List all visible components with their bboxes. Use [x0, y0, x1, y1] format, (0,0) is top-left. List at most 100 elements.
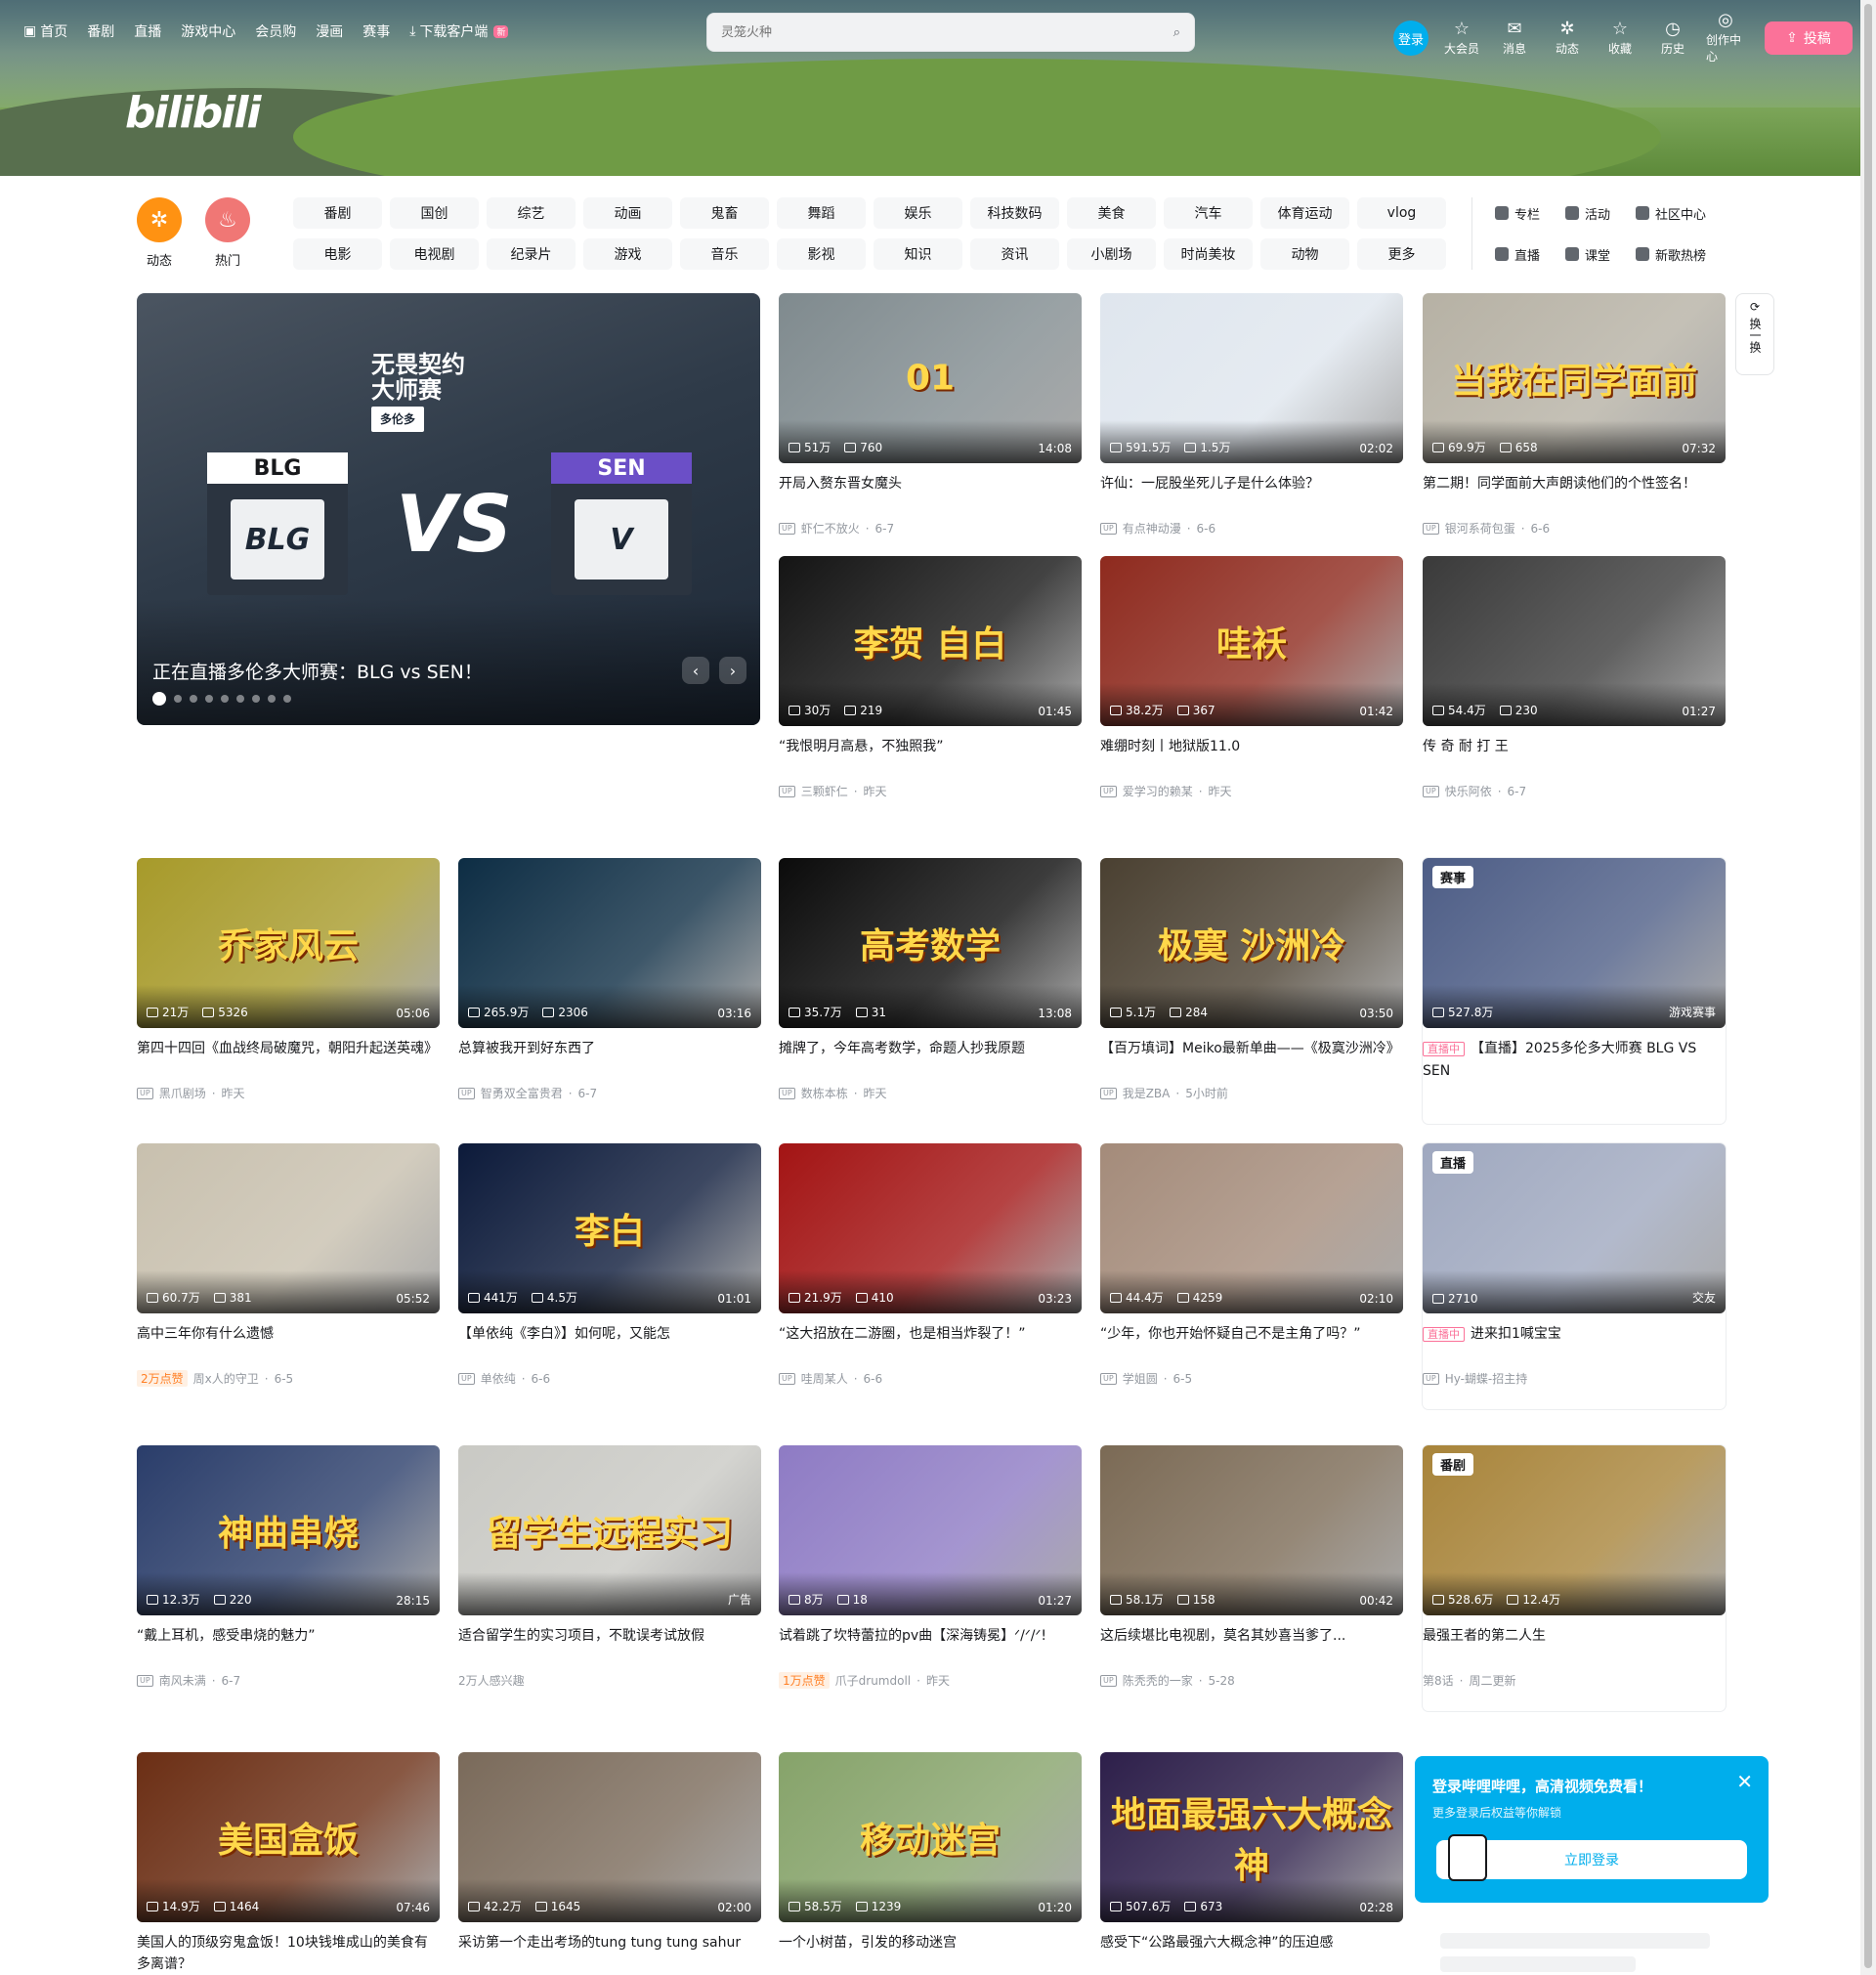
- nav-right-4[interactable]: ◷ 历史: [1653, 20, 1692, 57]
- video-card[interactable]: 54.4万 230 01:27 传 奇 耐 打 王 UP 快乐阿依 · 6-7: [1423, 556, 1726, 799]
- video-thumbnail[interactable]: 60.7万 381 05:52: [137, 1143, 440, 1313]
- video-title-text[interactable]: 第四十四回《血战终局破魔咒，朝阳升起送英魂》: [137, 1041, 438, 1056]
- uploader-name[interactable]: Hy-蝴蝶-招主持: [1445, 1370, 1528, 1387]
- channel-22[interactable]: 动物: [1260, 238, 1349, 270]
- uploader-name[interactable]: 哇周某人: [801, 1370, 848, 1387]
- carousel-next-button[interactable]: ›: [719, 657, 746, 684]
- uploader-name[interactable]: 爪子drumdoll: [835, 1672, 911, 1689]
- video-card[interactable]: 赛事 527.8万 游戏赛事 直播中 【直播】2025多伦多大师赛 BLG VS SEN: [1423, 858, 1726, 1124]
- nav-item-6[interactable]: 赛事: [362, 21, 390, 41]
- uploader-name[interactable]: 三颗虾仁: [801, 783, 848, 799]
- carousel-dot[interactable]: [268, 695, 276, 703]
- channel-7[interactable]: 科技数码: [970, 197, 1059, 229]
- nav-right-3[interactable]: ☆ 收藏: [1600, 20, 1640, 57]
- carousel-dot[interactable]: [252, 695, 260, 703]
- video-title[interactable]: 【单依纯《李白》】如何呢，又能怎: [458, 1323, 761, 1366]
- uploader-name[interactable]: 快乐阿依: [1445, 783, 1492, 799]
- video-title-text[interactable]: “少年，你也开始怀疑自己不是主角了吗？”: [1100, 1326, 1361, 1342]
- channel-3[interactable]: 动画: [583, 197, 672, 229]
- video-title-text[interactable]: 试着跳了坎特蕾拉的pv曲【深海铸冕】ᐟ/ᐟ/ᐟ!: [779, 1628, 1046, 1644]
- video-title-text[interactable]: “我恨明月高悬，不独照我”: [779, 739, 944, 754]
- channel-9[interactable]: 汽车: [1164, 197, 1253, 229]
- nav-item-5[interactable]: 漫画: [316, 21, 343, 41]
- video-title[interactable]: 难绷时刻丨地狱版11.0: [1100, 736, 1403, 779]
- channel-2[interactable]: 综艺: [487, 197, 576, 229]
- video-thumbnail[interactable]: 乔家风云 21万 5326 05:06: [137, 858, 440, 1028]
- video-card[interactable]: 移动迷宫 58.5万 1239 01:20 一个小树苗，引发的移动迷宫: [779, 1752, 1082, 1975]
- upload-button[interactable]: ⇪ 投稿: [1765, 21, 1853, 55]
- video-title[interactable]: 一个小树苗，引发的移动迷宫: [779, 1932, 1082, 1975]
- video-card[interactable]: 当我在同学面前 69.9万 658 07:32 第二期！同学面前大声朗读他们的个性签名！…: [1423, 293, 1726, 537]
- video-title-text[interactable]: 【百万填词】Meiko最新单曲——《极寞沙洲冷》: [1100, 1041, 1400, 1056]
- bilibili-logo[interactable]: bilibili: [125, 88, 261, 138]
- channel-extra-2[interactable]: 社区中心: [1636, 197, 1706, 229]
- video-title[interactable]: 总算被我开到好东西了: [458, 1038, 761, 1081]
- video-card[interactable]: 李贺 自白 30万 219 01:45 “我恨明月高悬，不独照我” UP 三颗虾仁 · 昨天: [779, 556, 1082, 799]
- channel-13[interactable]: 电视剧: [390, 238, 479, 270]
- video-title-text[interactable]: 采访第一个走出考场的tung tung tung sahur: [458, 1935, 741, 1951]
- uploader-name[interactable]: 黑爪剧场: [159, 1085, 206, 1101]
- video-title[interactable]: 试着跳了坎特蕾拉的pv曲【深海铸冕】ᐟ/ᐟ/ᐟ!: [779, 1625, 1082, 1668]
- video-thumbnail[interactable]: 留学生远程实习 广告: [458, 1445, 761, 1615]
- video-card[interactable]: 60.7万 381 05:52 高中三年你有什么遗憾 2万点赞 周x人的守卫 · 6-5: [137, 1143, 440, 1387]
- video-thumbnail[interactable]: 265.9万 2306 03:16: [458, 858, 761, 1028]
- channel-5[interactable]: 舞蹈: [777, 197, 866, 229]
- video-card[interactable]: 地面最强六大概念神 507.6万 673 02:28 感受下“公路最强六大概念神”的压迫…: [1100, 1752, 1403, 1975]
- video-title-text[interactable]: 传 奇 耐 打 王: [1423, 739, 1509, 754]
- channel-dynamic[interactable]: ✲ 动态: [137, 197, 182, 269]
- video-title-text[interactable]: 高中三年你有什么遗憾: [137, 1326, 274, 1342]
- video-thumbnail[interactable]: 当我在同学面前 69.9万 658 07:32: [1423, 293, 1726, 463]
- uploader-name[interactable]: 虾仁不放火: [801, 520, 860, 537]
- nav-right-5[interactable]: ◎ 创作中心: [1706, 12, 1745, 64]
- video-title[interactable]: “戴上耳机，感受串烧的魅力”: [137, 1625, 440, 1668]
- video-thumbnail[interactable]: 高考数学 35.7万 31 13:08: [779, 858, 1082, 1028]
- video-title[interactable]: 最强王者的第二人生: [1423, 1625, 1726, 1668]
- video-thumbnail[interactable]: 极寞 沙洲冷 5.1万 284 03:50: [1100, 858, 1403, 1028]
- channel-hot[interactable]: ♨ 热门: [205, 197, 250, 269]
- video-title[interactable]: 【百万填词】Meiko最新单曲——《极寞沙洲冷》: [1100, 1038, 1403, 1081]
- uploader-name[interactable]: 数栋本栋: [801, 1085, 848, 1101]
- uploader-name[interactable]: 学姐圆: [1123, 1370, 1158, 1387]
- uploader-name[interactable]: 陈秃秃的一家: [1123, 1672, 1193, 1689]
- channel-18[interactable]: 知识: [874, 238, 962, 270]
- nav-item-2[interactable]: 直播: [134, 21, 161, 41]
- carousel-dot[interactable]: [221, 695, 229, 703]
- video-card[interactable]: 李白 441万 4.5万 01:01 【单依纯《李白》】如何呢，又能怎 UP 单依纯 · 6-6: [458, 1143, 761, 1387]
- video-title-text[interactable]: 美国人的顶级穷鬼盒饭！10块钱堆成山的美食有多离谱？: [137, 1935, 428, 1972]
- video-card[interactable]: 58.1万 158 00:42 这后续堪比电视剧，莫名其妙喜当爹了... UP 陈秃秃的一…: [1100, 1445, 1403, 1689]
- uploader-name[interactable]: 银河系荷包蛋: [1445, 520, 1515, 537]
- search-input[interactable]: [721, 24, 1173, 40]
- video-title[interactable]: 直播中 进来扣1喊宝宝: [1423, 1323, 1726, 1366]
- nav-right-1[interactable]: ✉ 消息: [1495, 20, 1534, 57]
- scrollbar[interactable]: [1860, 0, 1876, 1975]
- carousel-prev-button[interactable]: ‹: [682, 657, 709, 684]
- video-title[interactable]: 第二期！同学面前大声朗读他们的个性签名！: [1423, 473, 1726, 516]
- channel-21[interactable]: 时尚美妆: [1164, 238, 1253, 270]
- video-title[interactable]: “我恨明月高悬，不独照我”: [779, 736, 1082, 779]
- video-card[interactable]: 01 51万 760 14:08 开局入赘东晋女魔头 UP 虾仁不放火 · 6-7: [779, 293, 1082, 537]
- video-title-text[interactable]: “这大招放在二游圈，也是相当炸裂了！”: [779, 1326, 1026, 1342]
- uploader-name[interactable]: 单依纯: [481, 1370, 516, 1387]
- carousel-title[interactable]: 正在直播多伦多大师赛：BLG vs SEN！: [152, 658, 483, 684]
- channel-10[interactable]: 体育运动: [1260, 197, 1349, 229]
- video-title-text[interactable]: 第二期！同学面前大声朗读他们的个性签名！: [1423, 476, 1696, 492]
- video-card[interactable]: 42.2万 1645 02:00 采访第一个走出考场的tung tung tung s…: [458, 1752, 761, 1975]
- channel-1[interactable]: 国创: [390, 197, 479, 229]
- uploader-name[interactable]: 周x人的守卫: [193, 1370, 259, 1387]
- channel-23[interactable]: 更多: [1357, 238, 1446, 270]
- channel-20[interactable]: 小剧场: [1067, 238, 1156, 270]
- video-title[interactable]: “少年，你也开始怀疑自己不是主角了吗？”: [1100, 1323, 1403, 1366]
- video-title-text[interactable]: 最强王者的第二人生: [1423, 1628, 1546, 1644]
- video-card[interactable]: 美国盒饭 14.9万 1464 07:46 美国人的顶级穷鬼盒饭！10块钱堆成山的美食有…: [137, 1752, 440, 1975]
- video-thumbnail[interactable]: 21.9万 410 03:23: [779, 1143, 1082, 1313]
- video-title-text[interactable]: “戴上耳机，感受串烧的魅力”: [137, 1628, 316, 1644]
- video-card[interactable]: 直播 2710 交友 直播中 进来扣1喊宝宝 UP Hy-蝴蝶-招主持: [1423, 1143, 1726, 1409]
- video-card[interactable]: 极寞 沙洲冷 5.1万 284 03:50 【百万填词】Meiko最新单曲——《极寞沙洲…: [1100, 858, 1403, 1101]
- video-thumbnail[interactable]: 直播 2710 交友: [1423, 1143, 1726, 1313]
- video-card[interactable]: 乔家风云 21万 5326 05:06 第四十四回《血战终局破魔咒，朝阳升起送英魂》 UP…: [137, 858, 440, 1101]
- video-thumbnail[interactable]: 赛事 527.8万 游戏赛事: [1423, 858, 1726, 1028]
- video-title[interactable]: “这大招放在二游圈，也是相当炸裂了！”: [779, 1323, 1082, 1366]
- channel-extra-3[interactable]: 直播: [1495, 238, 1540, 270]
- channel-extra-1[interactable]: 活动: [1565, 197, 1610, 229]
- uploader-name[interactable]: 智勇双全富贵君: [481, 1085, 563, 1101]
